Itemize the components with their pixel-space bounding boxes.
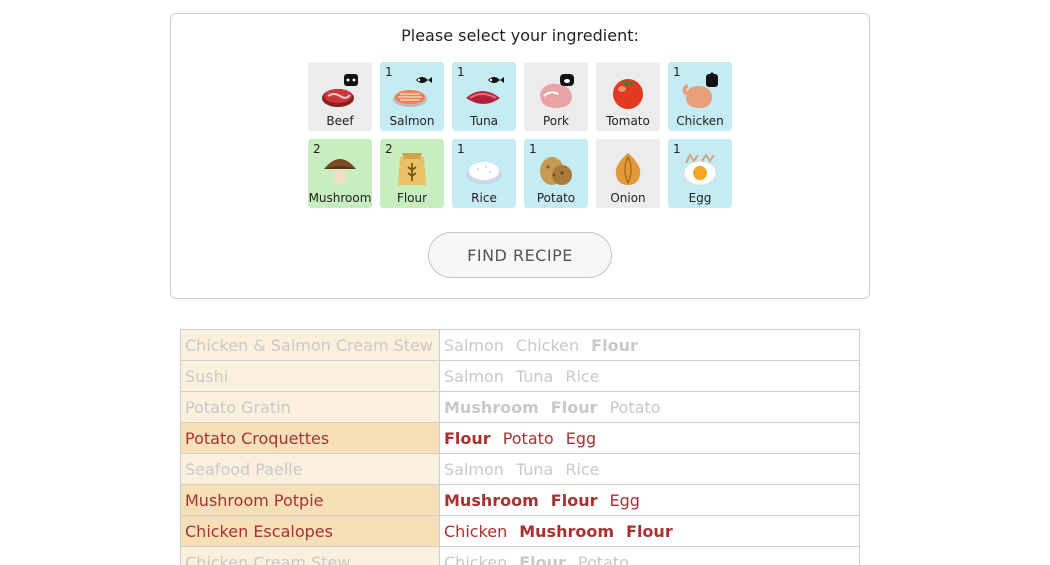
recipe-ingredient: Flour	[550, 490, 598, 510]
flour-icon	[392, 149, 432, 187]
recipe-ingredient: Flour	[626, 521, 673, 541]
ingredient-label: Tuna	[469, 114, 499, 128]
recipe-ingredient: Chicken	[515, 335, 580, 355]
recipe-ingredients: Chicken Mushroom Flour	[439, 515, 860, 547]
recipe-ingredient: Mushroom	[519, 521, 615, 541]
recipe-ingredients: Salmon Tuna Rice	[439, 360, 860, 392]
recipe-ingredient: Salmon	[444, 459, 504, 479]
ingredient-tile-chicken[interactable]: 1 Chicken	[668, 62, 732, 131]
ingredient-label: Mushroom	[308, 191, 372, 205]
beef-icon	[320, 72, 360, 110]
recipe-row[interactable]: Potato Croquettes Flour Potato Egg	[180, 422, 860, 454]
ingredient-panel: Please select your ingredient: Beef 1 Salm…	[170, 13, 870, 299]
ingredient-tile-pork[interactable]: Pork	[524, 62, 588, 131]
ingredient-tile-potato[interactable]: 1 Potato	[524, 139, 588, 208]
recipe-ingredient: Potato	[609, 397, 661, 417]
ingredient-label: Pork	[542, 114, 570, 128]
recipe-name[interactable]: Mushroom Potpie	[180, 484, 440, 516]
recipe-ingredient: Potato	[502, 428, 554, 448]
ingredient-grid: Beef 1 Salmon 1 Tuna Pork Tomato 1 Chicken 2 Mushr…	[308, 62, 738, 208]
recipe-row[interactable]: Potato Gratin Mushroom Flour Potato	[180, 391, 860, 423]
recipe-name[interactable]: Chicken Escalopes	[180, 515, 440, 547]
recipe-name[interactable]: Seafood Paelle	[180, 453, 440, 485]
ingredient-tile-salmon[interactable]: 1 Salmon	[380, 62, 444, 131]
recipe-ingredient: Chicken	[444, 552, 508, 565]
recipe-table: Chicken & Salmon Cream Stew Salmon Chicken…	[180, 329, 860, 565]
recipe-name[interactable]: Potato Gratin	[180, 391, 440, 423]
onion-icon	[608, 149, 648, 187]
ingredient-tile-rice[interactable]: 1 Rice	[452, 139, 516, 208]
ingredient-tile-beef[interactable]: Beef	[308, 62, 372, 131]
recipe-ingredient: Tuna	[515, 459, 554, 479]
ingredient-label: Potato	[536, 191, 576, 205]
rice-icon	[464, 149, 504, 187]
recipe-name[interactable]: Chicken Cream Stew	[180, 546, 440, 565]
tuna-icon	[464, 72, 504, 110]
recipe-ingredient: Mushroom	[444, 490, 539, 510]
recipe-row[interactable]: Chicken Escalopes Chicken Mushroom Flour	[180, 515, 860, 547]
ingredient-label: Rice	[471, 191, 497, 205]
recipe-ingredients: Chicken Flour Potato	[439, 546, 860, 565]
ingredient-label: Beef	[326, 114, 354, 128]
recipe-ingredient: Flour	[444, 428, 491, 448]
recipe-ingredients: Salmon Tuna Rice	[439, 453, 860, 485]
recipe-ingredient: Salmon	[444, 366, 504, 386]
recipe-ingredient: Egg	[565, 428, 597, 448]
ingredient-label: Egg	[688, 191, 712, 205]
recipe-ingredient: Chicken	[444, 521, 508, 541]
recipe-row[interactable]: Mushroom Potpie Mushroom Flour Egg	[180, 484, 860, 516]
pork-icon	[536, 72, 576, 110]
ingredient-prompt: Please select your ingredient:	[401, 26, 639, 45]
recipe-name[interactable]: Sushi	[180, 360, 440, 392]
recipe-ingredient: Salmon	[444, 335, 504, 355]
ingredient-label: Flour	[396, 191, 428, 205]
recipe-ingredient: Potato	[577, 552, 629, 565]
potato-icon	[536, 149, 576, 187]
ingredient-tile-mushroom[interactable]: 2 Mushroom	[308, 139, 372, 208]
ingredient-tile-tuna[interactable]: 1 Tuna	[452, 62, 516, 131]
ingredient-label: Tomato	[606, 114, 650, 128]
recipe-ingredient: Egg	[609, 490, 640, 510]
ingredient-tile-flour[interactable]: 2 Flour	[380, 139, 444, 208]
recipe-ingredient: Mushroom	[444, 397, 539, 417]
recipe-ingredient: Flour	[550, 397, 598, 417]
recipe-ingredient: Rice	[565, 459, 600, 479]
chicken-icon	[680, 72, 720, 110]
recipe-ingredient: Tuna	[515, 366, 554, 386]
ingredient-tile-egg[interactable]: 1 Egg	[668, 139, 732, 208]
recipe-ingredient: Rice	[565, 366, 600, 386]
recipe-ingredients: Mushroom Flour Potato	[439, 391, 860, 423]
ingredient-label: Chicken	[676, 114, 724, 128]
mushroom-icon	[320, 149, 360, 187]
recipe-name[interactable]: Potato Croquettes	[180, 422, 440, 454]
recipe-row[interactable]: Sushi Salmon Tuna Rice	[180, 360, 860, 392]
recipe-row[interactable]: Chicken & Salmon Cream Stew Salmon Chicken…	[180, 329, 860, 361]
ingredient-tile-onion[interactable]: Onion	[596, 139, 660, 208]
find-recipe-button[interactable]: FIND RECIPE	[428, 232, 612, 278]
ingredient-label: Onion	[610, 191, 646, 205]
recipe-row[interactable]: Seafood Paelle Salmon Tuna Rice	[180, 453, 860, 485]
recipe-ingredients: Mushroom Flour Egg	[439, 484, 860, 516]
recipe-row[interactable]: Chicken Cream Stew Chicken Flour Potato	[180, 546, 860, 565]
tomato-icon	[608, 72, 648, 110]
egg-icon	[680, 149, 720, 187]
ingredient-label: Salmon	[389, 114, 435, 128]
recipe-name[interactable]: Chicken & Salmon Cream Stew	[180, 329, 440, 361]
ingredient-tile-tomato[interactable]: Tomato	[596, 62, 660, 131]
recipe-ingredient: Flour	[519, 552, 566, 565]
salmon-icon	[392, 72, 432, 110]
recipe-ingredients: Salmon Chicken Flour	[439, 329, 860, 361]
recipe-ingredients: Flour Potato Egg	[439, 422, 860, 454]
recipe-ingredient: Flour	[591, 335, 638, 355]
